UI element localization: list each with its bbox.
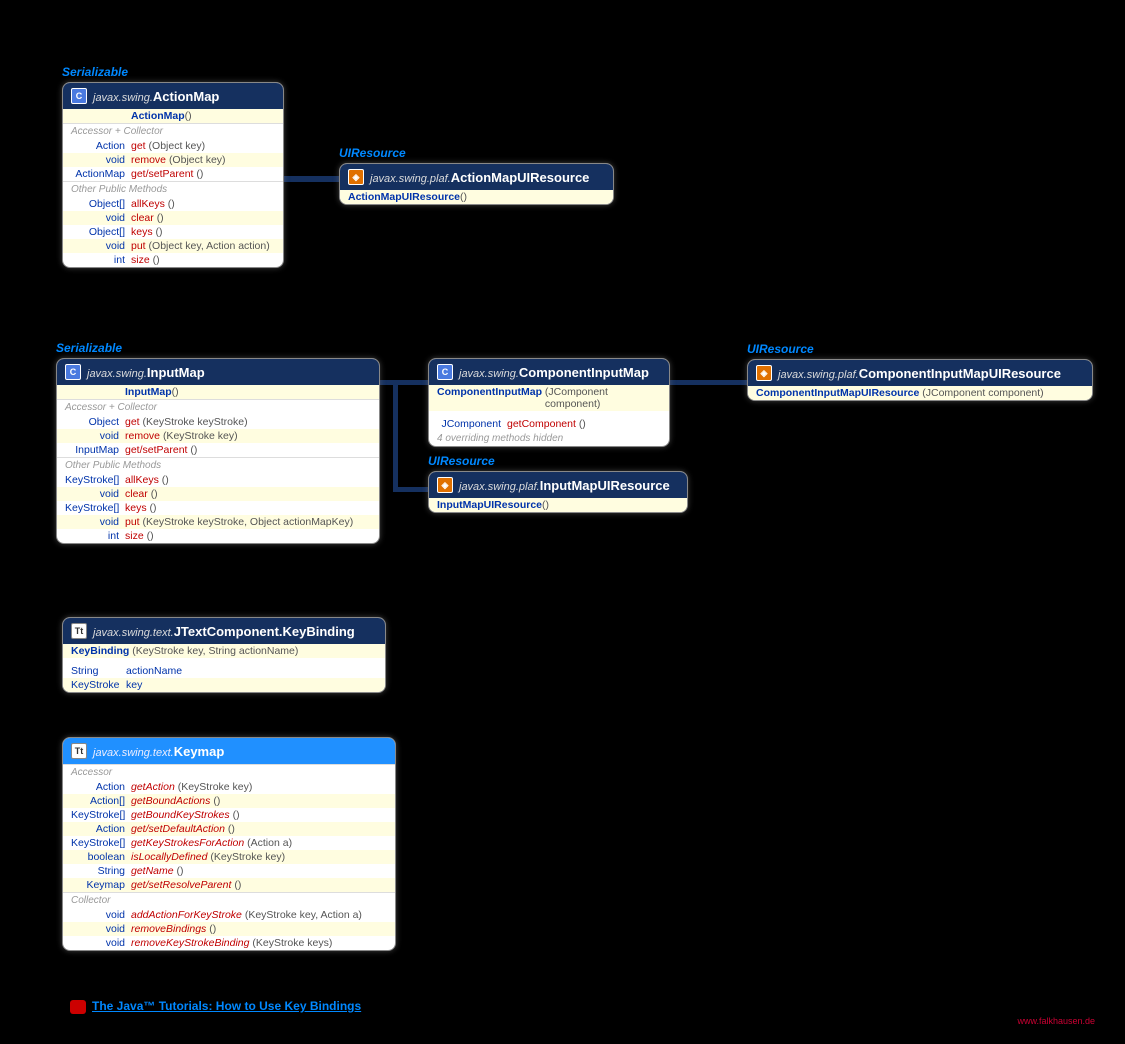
class-header: ◈javax.swing.plaf.InputMapUIResource bbox=[429, 472, 687, 498]
interface-label: UIResource bbox=[747, 342, 814, 356]
interface-label: Serializable bbox=[56, 341, 122, 355]
connector bbox=[282, 176, 340, 182]
class-inputmap-uiresource: ◈javax.swing.plaf.InputMapUIResource Inp… bbox=[428, 471, 688, 513]
tutorial-link[interactable]: The Java™ Tutorials: How to Use Key Bind… bbox=[70, 999, 361, 1014]
connector bbox=[393, 380, 398, 492]
credit: www.falkhausen.de bbox=[1017, 1016, 1095, 1026]
class-header: Ttjavax.swing.text.Keymap bbox=[63, 738, 395, 764]
class-componentinputmap-uiresource: ◈javax.swing.plaf.ComponentInputMapUIRes… bbox=[747, 359, 1093, 401]
class-icon: C bbox=[65, 364, 81, 380]
class-keybinding: Ttjavax.swing.text.JTextComponent.KeyBin… bbox=[62, 617, 386, 693]
class-header: Ttjavax.swing.text.JTextComponent.KeyBin… bbox=[63, 618, 385, 644]
class-inputmap: Cjavax.swing.InputMap InputMap() Accesso… bbox=[56, 358, 380, 544]
class-header: ◈javax.swing.plaf.ActionMapUIResource bbox=[340, 164, 613, 190]
class-icon: Tt bbox=[71, 743, 87, 759]
connector bbox=[668, 380, 748, 385]
class-icon: ◈ bbox=[756, 365, 772, 381]
connector bbox=[393, 487, 431, 492]
class-icon: ◈ bbox=[437, 477, 453, 493]
class-icon: C bbox=[437, 364, 453, 380]
interface-label: UIResource bbox=[339, 146, 406, 160]
class-componentinputmap: Cjavax.swing.ComponentInputMap Component… bbox=[428, 358, 670, 447]
class-icon: ◈ bbox=[348, 169, 364, 185]
class-actionmap-uiresource: ◈javax.swing.plaf.ActionMapUIResource Ac… bbox=[339, 163, 614, 205]
class-header: Cjavax.swing.ComponentInputMap bbox=[429, 359, 669, 385]
class-actionmap: Cjavax.swing.ActionMap ActionMap() Acces… bbox=[62, 82, 284, 268]
class-icon: Tt bbox=[71, 623, 87, 639]
class-header: Cjavax.swing.ActionMap bbox=[63, 83, 283, 109]
class-header: Cjavax.swing.InputMap bbox=[57, 359, 379, 385]
class-keymap: Ttjavax.swing.text.Keymap Accessor Actio… bbox=[62, 737, 396, 951]
class-icon: C bbox=[71, 88, 87, 104]
interface-label: UIResource bbox=[428, 454, 495, 468]
class-header: ◈javax.swing.plaf.ComponentInputMapUIRes… bbox=[748, 360, 1092, 386]
connector bbox=[393, 380, 431, 385]
oracle-icon bbox=[70, 1000, 86, 1014]
interface-label: Serializable bbox=[62, 65, 128, 79]
